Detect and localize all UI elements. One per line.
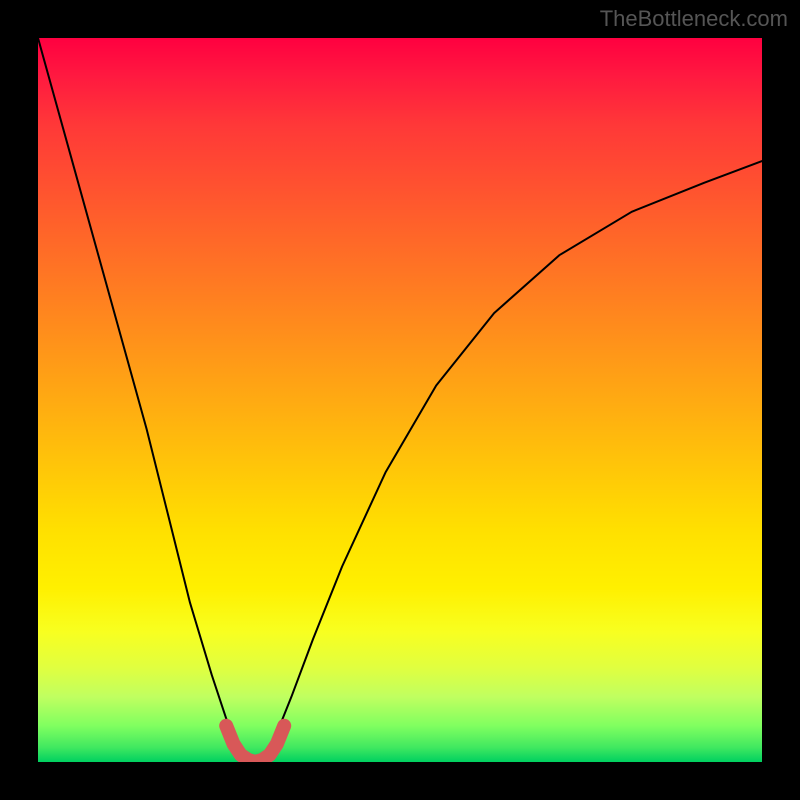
main-curve-path <box>38 38 762 762</box>
chart-svg <box>38 38 762 762</box>
plot-area <box>38 38 762 762</box>
trough-marker-path <box>226 726 284 762</box>
watermark-text: TheBottleneck.com <box>600 6 788 32</box>
